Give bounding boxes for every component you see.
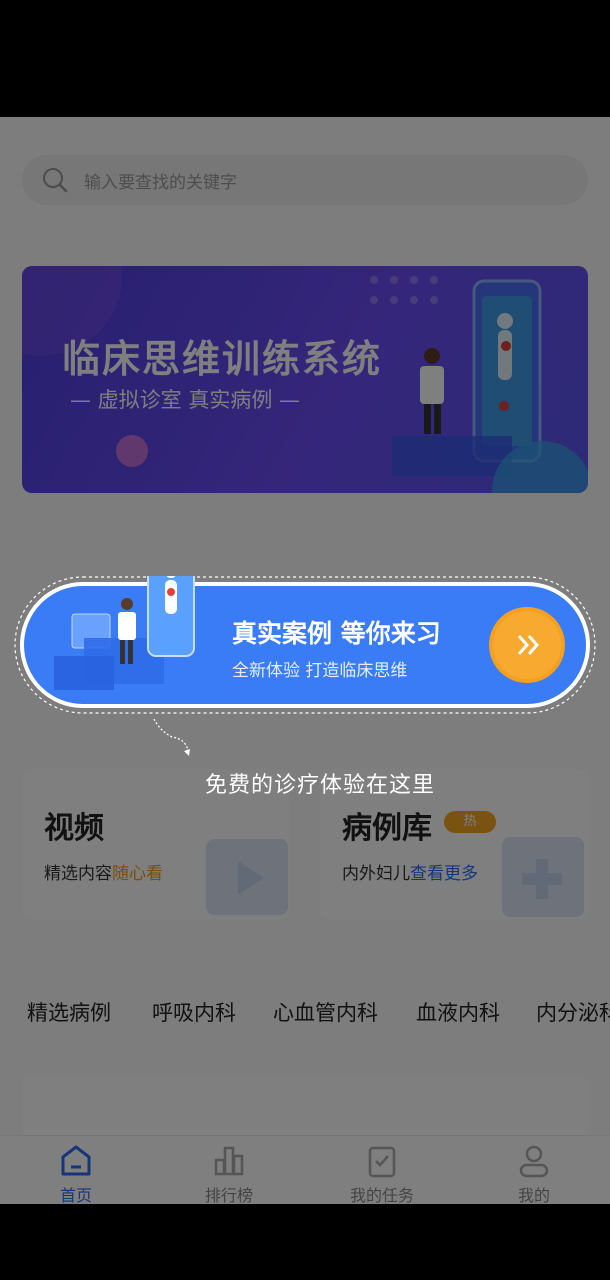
category-tabs: 精选病例 呼吸内科 心血管内科 血液内科 内分泌科 (0, 997, 610, 1027)
video-tile-subtitle: 精选内容随心看 (44, 864, 163, 884)
tabbar-me-label: 我的 (517, 1186, 550, 1204)
tab-endocrinology[interactable]: 内分泌科 (536, 997, 610, 1027)
app-screen: 输入要查找的关键字 临床思维训练系统 — 虚拟诊室 真实病例 — 视频 精选内容… (0, 117, 610, 1204)
hero-banner[interactable]: 临床思维训练系统 — 虚拟诊室 真实病例 — (22, 266, 588, 493)
promo-subtitle: 全新体验 打造临床思维 (232, 661, 408, 681)
task-icon (368, 1146, 396, 1178)
banner-title: 临床思维训练系统 (62, 337, 383, 381)
case-library-subtitle: 内外妇儿查看更多 (342, 864, 478, 884)
hot-badge: 热 (444, 811, 496, 833)
search-icon (43, 168, 68, 193)
tab-cardiology[interactable]: 心血管内科 (273, 997, 378, 1027)
ranking-icon (214, 1146, 244, 1176)
pointer-connector (153, 718, 190, 756)
home-icon (61, 1145, 91, 1176)
search-bar[interactable]: 输入要查找的关键字 (22, 155, 588, 205)
video-tile-title: 视频 (44, 811, 104, 846)
search-placeholder: 输入要查找的关键字 (84, 172, 237, 193)
tab-featured-cases[interactable]: 精选病例 (27, 997, 111, 1027)
case-library-title: 病例库 (342, 811, 432, 846)
tab-hematology[interactable]: 血液内科 (416, 997, 500, 1027)
promo-banner[interactable]: 真实案例 等你来习 全新体验 打造临床思维 (14, 576, 596, 714)
tab-respiratory[interactable]: 呼吸内科 (152, 997, 236, 1027)
tabbar-ranking-label: 排行榜 (204, 1186, 253, 1204)
double-chevron-right-icon[interactable] (514, 630, 544, 660)
banner-subtitle: — 虚拟诊室 真实病例 — (70, 388, 301, 412)
medical-folder-icon (502, 837, 584, 917)
tabbar-home[interactable]: 首页 (16, 1136, 136, 1204)
tabbar-home-label: 首页 (59, 1186, 92, 1204)
tabbar-ranking[interactable]: 排行榜 (169, 1136, 289, 1204)
tabbar-me[interactable]: 我的 (474, 1136, 594, 1204)
tabbar-tasks[interactable]: 我的任务 (322, 1136, 442, 1204)
user-icon (519, 1145, 549, 1178)
tabbar-tasks-label: 我的任务 (349, 1186, 414, 1204)
guide-tip-text: 免费的诊疗体验在这里 (205, 773, 436, 798)
video-play-icon (206, 839, 288, 915)
bottom-tab-bar: 首页 排行榜 我的任务 我的 (0, 1135, 610, 1204)
promo-title: 真实案例 等你来习 (232, 619, 441, 648)
